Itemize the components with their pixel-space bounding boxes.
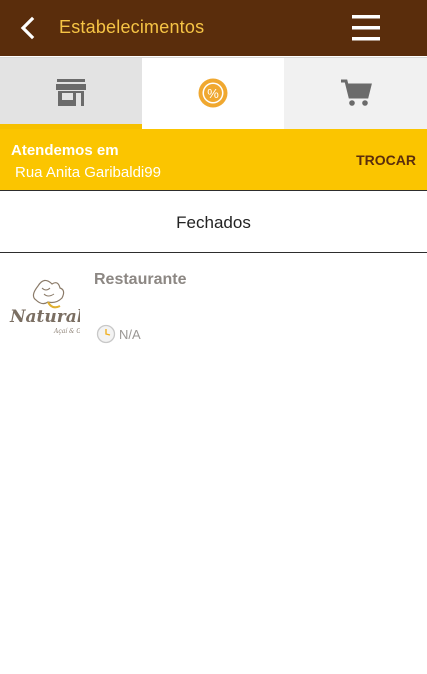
tab-stores[interactable]: [0, 58, 142, 130]
svg-text:Naturalis: Naturalis: [9, 307, 80, 327]
cart-icon: [340, 79, 372, 106]
svg-text:%: %: [207, 86, 219, 101]
address-value: Rua Anita Garibaldi99: [15, 164, 161, 181]
section-header: Fechados: [0, 192, 427, 253]
hours-value: N/A: [119, 326, 141, 342]
svg-text:Açaí & Grill: Açaí & Grill: [53, 328, 80, 335]
store-list-item[interactable]: Naturalis Açaí & Grill Restaurante N/A: [0, 254, 427, 354]
back-button[interactable]: [14, 14, 42, 42]
naturalis-logo-icon: Naturalis Açaí & Grill: [9, 279, 100, 335]
delivery-address-bar: Atendemos em Rua Anita Garibaldi99 TROCA…: [0, 129, 427, 191]
discount-badge-icon: %: [198, 78, 228, 108]
store-logo: Naturalis Açaí & Grill: [8, 276, 100, 340]
tab-discounts[interactable]: %: [142, 58, 284, 130]
app-header: Estabelecimentos: [0, 0, 427, 56]
menu-button[interactable]: [350, 13, 382, 43]
hamburger-menu-icon: [352, 15, 380, 41]
clock-icon: [96, 324, 116, 344]
change-address-button[interactable]: TROCAR: [356, 152, 416, 168]
tab-cart[interactable]: [284, 58, 427, 130]
store-icon: [56, 79, 86, 106]
store-name: Restaurante: [94, 271, 187, 288]
store-hours: N/A: [96, 324, 141, 344]
address-label: Atendemos em: [11, 142, 119, 159]
category-tabs: %: [0, 57, 427, 130]
page-title: Estabelecimentos: [59, 17, 205, 37]
chevron-left-icon: [20, 16, 35, 40]
section-title: Fechados: [176, 212, 251, 232]
